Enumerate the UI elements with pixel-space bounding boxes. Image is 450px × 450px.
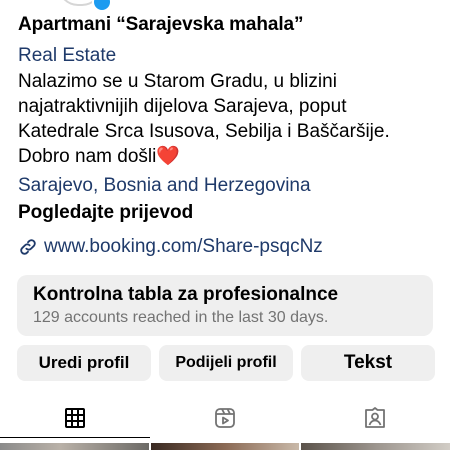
dashboard-title: Kontrolna tabla za profesionalnce bbox=[33, 284, 339, 305]
post-thumbnail[interactable] bbox=[0, 443, 149, 450]
profile-category[interactable]: Real Estate bbox=[18, 45, 440, 67]
profile-actions: Uredi profil Podijeli profil Tekst bbox=[17, 345, 435, 381]
profile-bio: Nalazimo se u Starom Gradu, u blizini na… bbox=[18, 69, 450, 169]
profile-link[interactable]: www.booking.com/Share-psqcNz bbox=[18, 236, 323, 258]
add-story-badge-icon[interactable] bbox=[92, 0, 112, 12]
bio-line-last: Dobro nam došli❤️ bbox=[18, 144, 450, 169]
grid-icon bbox=[63, 406, 87, 435]
bio-line: najatraktivnijih dijelova Sarajeva, popu… bbox=[18, 96, 347, 117]
edit-profile-button[interactable]: Uredi profil bbox=[17, 345, 151, 381]
tab-reels[interactable] bbox=[150, 398, 300, 438]
share-profile-button[interactable]: Podijeli profil bbox=[159, 345, 293, 381]
text-button[interactable]: Tekst bbox=[301, 345, 435, 381]
tab-posts[interactable] bbox=[0, 398, 150, 438]
posts-grid-preview bbox=[0, 443, 450, 450]
profile-name: Apartmani “Sarajevska mahala” bbox=[18, 14, 304, 35]
bio-line: Katedrale Srca Isusova, Sebilja i Baščar… bbox=[18, 121, 390, 142]
heart-emoji-icon: ❤️ bbox=[156, 146, 181, 167]
link-text[interactable]: www.booking.com/Share-psqcNz bbox=[44, 236, 323, 258]
tab-tagged[interactable] bbox=[300, 398, 450, 438]
see-translation-link[interactable]: Pogledajte prijevod bbox=[18, 202, 440, 224]
link-icon bbox=[18, 237, 38, 257]
post-thumbnail[interactable] bbox=[150, 443, 300, 450]
profile-location[interactable]: Sarajevo, Bosnia and Herzegovina bbox=[18, 175, 440, 197]
bio-line: Nalazimo se u Starom Gradu, u blizini bbox=[18, 71, 337, 92]
professional-dashboard[interactable]: Kontrolna tabla za profesionalnce 129 ac… bbox=[17, 275, 433, 336]
reels-icon bbox=[213, 406, 237, 435]
dashboard-subtitle: 129 accounts reached in the last 30 days… bbox=[33, 309, 329, 326]
post-thumbnail[interactable] bbox=[301, 443, 450, 450]
profile-tabs bbox=[0, 398, 450, 438]
bio-line: Dobro nam došli bbox=[18, 146, 157, 167]
tagged-icon bbox=[363, 406, 387, 435]
